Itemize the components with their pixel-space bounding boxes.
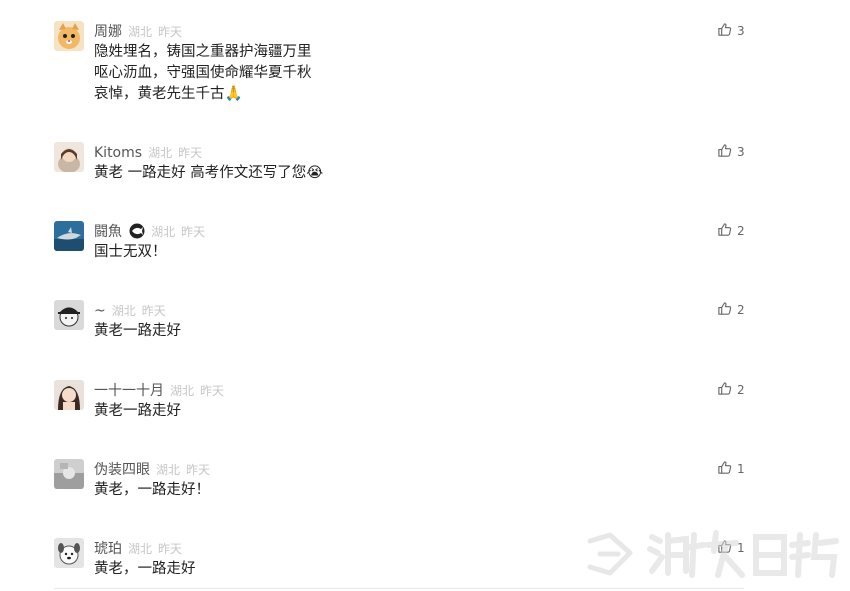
- location-label: 湖北: [151, 225, 176, 239]
- thumbs-up-icon: [717, 22, 732, 41]
- time-label: 昨天: [186, 463, 211, 477]
- username[interactable]: 闘魚: [94, 224, 122, 240]
- time-label: 昨天: [178, 146, 203, 160]
- girl-photo-avatar-icon[interactable]: [54, 142, 84, 172]
- time-label: 昨天: [200, 384, 225, 398]
- comment-line: 国士无双！: [94, 244, 167, 260]
- comment-line: 黄老一路走好: [94, 323, 181, 339]
- comment-header: 伪装四眼 湖北 昨天: [94, 459, 210, 479]
- thumbs-up-icon: [717, 381, 732, 400]
- comment-text: 黄老一路走好: [94, 321, 181, 342]
- time-label: 昨天: [181, 225, 206, 239]
- location-label: 湖北: [128, 25, 153, 39]
- username[interactable]: ~: [94, 303, 106, 319]
- comment-text: 隐姓埋名，铸国之重器护海疆万里 呕心沥血，守强国使命耀华夏千秋 哀悼，黄老先生千…: [94, 42, 312, 105]
- comment-text: 黄老一路走好: [94, 401, 181, 422]
- username[interactable]: 周娜: [94, 24, 122, 40]
- grey-photo-avatar-icon[interactable]: [54, 459, 84, 489]
- time-label: 昨天: [158, 25, 183, 39]
- comment-text: 黄老，一路走好！: [94, 480, 210, 501]
- comment-line: 黄老 一路走好 高考作文还写了您😭: [94, 165, 324, 181]
- like-count: 2: [737, 303, 745, 317]
- comment-line: 隐姓埋名，铸国之重器护海疆万里: [94, 44, 312, 60]
- thumbs-up-icon: [717, 301, 732, 320]
- comment-header: 琥珀 湖北 昨天: [94, 538, 182, 558]
- like-button[interactable]: 3: [717, 22, 745, 41]
- like-count: 2: [737, 224, 745, 238]
- like-count: 2: [737, 383, 745, 397]
- comment-line: 黄老一路走好: [94, 403, 181, 419]
- shark-photo-avatar-icon[interactable]: [54, 221, 84, 251]
- fish-badge-icon: [129, 223, 145, 244]
- dog-cartoon-avatar-icon[interactable]: [54, 538, 84, 568]
- like-count: 3: [737, 145, 745, 159]
- like-button[interactable]: 2: [717, 301, 745, 320]
- comment-line: 黄老，一路走好: [94, 561, 196, 577]
- comment-list-page: 周娜 湖北 昨天 隐姓埋名，铸国之重器护海疆万里 呕心沥血，守强国使命耀华夏千秋 哀…: [0, 0, 850, 591]
- like-button[interactable]: 1: [717, 460, 745, 479]
- divider: [54, 588, 744, 589]
- newspaper-logo-watermark: [586, 527, 846, 582]
- username[interactable]: 一十一十月: [94, 383, 164, 399]
- cartoon-cat-avatar-icon[interactable]: [54, 21, 84, 51]
- location-label: 湖北: [111, 304, 136, 318]
- comment-text: 黄老，一路走好: [94, 559, 196, 580]
- comment-header: 周娜 湖北 昨天: [94, 21, 182, 41]
- thumbs-up-icon: [717, 460, 732, 479]
- username[interactable]: 琥珀: [94, 541, 122, 557]
- comment-header: 一十一十月 湖北 昨天: [94, 380, 224, 400]
- username[interactable]: 伪装四眼: [94, 462, 150, 478]
- location-label: 湖北: [156, 463, 181, 477]
- time-label: 昨天: [141, 304, 166, 318]
- like-count: 3: [737, 24, 745, 38]
- comment-text: 国士无双！: [94, 242, 167, 263]
- cartoon-cap-avatar-icon[interactable]: [54, 300, 84, 330]
- thumbs-up-icon: [717, 222, 732, 241]
- thumbs-up-icon: [717, 143, 732, 162]
- like-count: 1: [737, 462, 745, 476]
- like-button[interactable]: 2: [717, 381, 745, 400]
- location-label: 湖北: [148, 146, 173, 160]
- location-label: 湖北: [128, 542, 153, 556]
- location-label: 湖北: [170, 384, 195, 398]
- comment-header: 闘魚 湖北 昨天: [94, 221, 205, 241]
- woman-photo-avatar-icon[interactable]: [54, 380, 84, 410]
- like-button[interactable]: 3: [717, 143, 745, 162]
- comment-line: 哀悼，黄老先生千古🙏: [94, 86, 243, 102]
- comment-line: 呕心沥血，守强国使命耀华夏千秋: [94, 65, 312, 81]
- comment-line: 黄老，一路走好！: [94, 482, 210, 498]
- time-label: 昨天: [158, 542, 183, 556]
- comment-header: Kitoms 湖北 昨天: [94, 142, 202, 162]
- comment-text: 黄老 一路走好 高考作文还写了您😭: [94, 163, 323, 184]
- comment-header: ~ 湖北 昨天: [94, 300, 166, 320]
- like-button[interactable]: 2: [717, 222, 745, 241]
- username[interactable]: Kitoms: [94, 145, 142, 161]
